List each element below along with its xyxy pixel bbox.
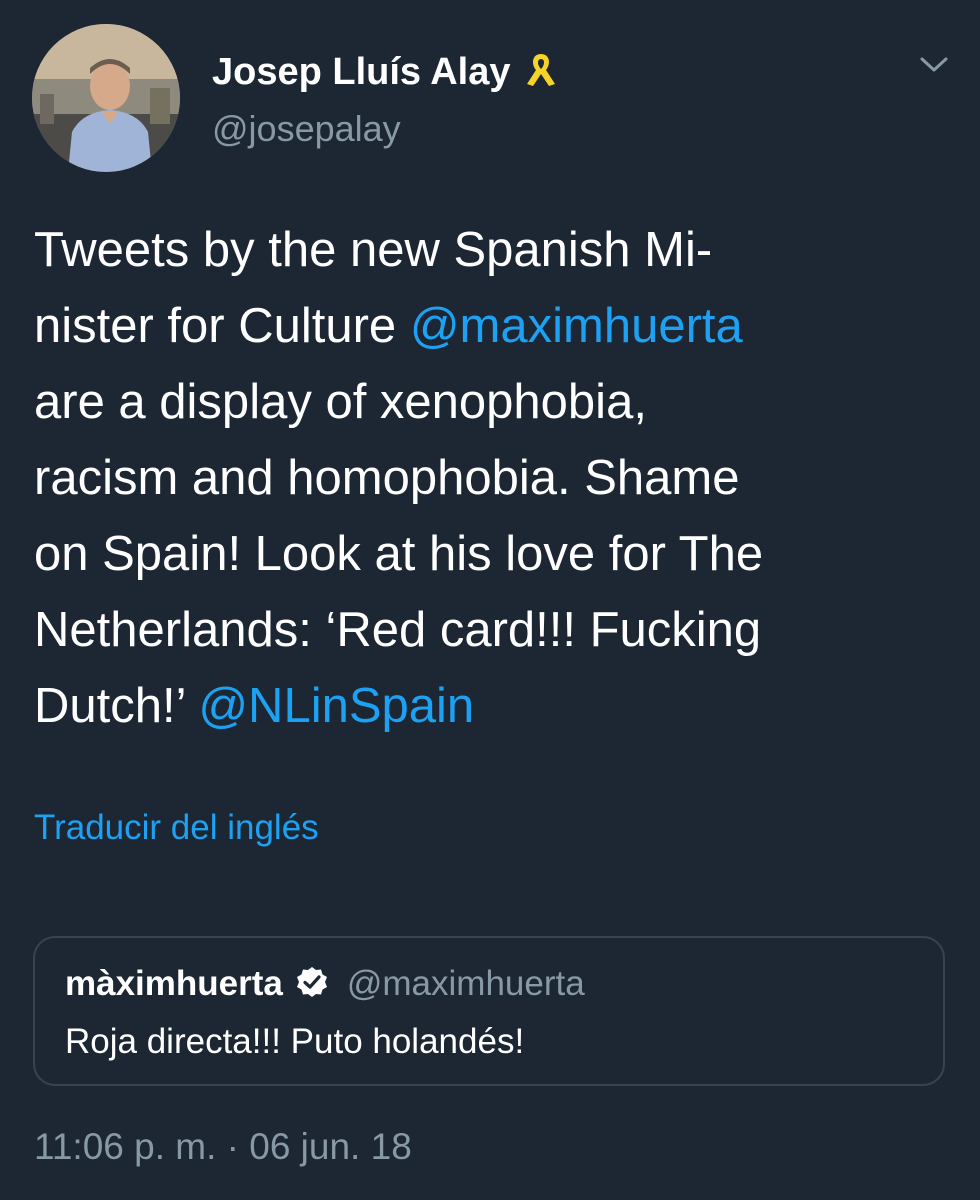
tweet-text-line: Dutch!’ @NLinSpain: [34, 668, 954, 744]
tweet-text-line: nister for Culture @maximhuerta: [34, 288, 954, 364]
mention-link[interactable]: @NLinSpain: [198, 679, 474, 733]
quoted-tweet-text: Roja directa!!! Puto holandés!: [65, 1022, 525, 1061]
tweet-text-line: on Spain! Look at his love for The: [34, 516, 954, 592]
tweet-text-line: are a display of xenophobia,: [34, 364, 954, 440]
tweet-text-segment: racism and homophobia. Shame: [34, 451, 740, 505]
tweet-text-segment: nister for Culture: [34, 299, 410, 353]
tweet-text-segment: are a display of xenophobia,: [34, 375, 647, 429]
quoted-author-handle: @maximhuerta: [346, 964, 585, 1003]
yellow-ribbon-icon: [522, 50, 560, 95]
mention-link[interactable]: @maximhuerta: [410, 299, 743, 353]
verified-badge-icon: [295, 965, 329, 1004]
tweet-text-segment: on Spain! Look at his love for The: [34, 527, 764, 581]
tweet-text-segment: Dutch!’: [34, 679, 199, 733]
tweet-text-segment: Netherlands: ‘Red card!!! Fucking: [34, 603, 762, 657]
tweet-timestamp[interactable]: 11:06 p. m. · 06 jun. 18: [34, 1126, 412, 1168]
tweet-text-segment: Tweets by the new Spanish Mi-: [34, 223, 713, 277]
tweet-text-line: Tweets by the new Spanish Mi-: [34, 212, 954, 288]
tweet-text-line: Netherlands: ‘Red card!!! Fucking: [34, 592, 954, 668]
author-handle[interactable]: @josepalay: [212, 108, 401, 150]
tweet-text: Tweets by the new Spanish Mi-nister for …: [34, 212, 954, 744]
tweet-text-line: racism and homophobia. Shame: [34, 440, 954, 516]
quoted-tweet[interactable]: màximhuerta @maximhuerta Roja directa!!!…: [33, 936, 945, 1086]
author-display-name[interactable]: Josep Lluís Alay: [212, 51, 510, 94]
author-name-row[interactable]: Josep Lluís Alay: [212, 50, 560, 95]
avatar[interactable]: [32, 24, 180, 172]
avatar-photo: [32, 24, 180, 172]
quoted-tweet-header: màximhuerta @maximhuerta: [65, 964, 585, 1004]
quoted-author-name: màximhuerta: [65, 964, 283, 1003]
translate-link[interactable]: Traducir del inglés: [34, 808, 319, 848]
chevron-down-icon[interactable]: [914, 50, 954, 80]
